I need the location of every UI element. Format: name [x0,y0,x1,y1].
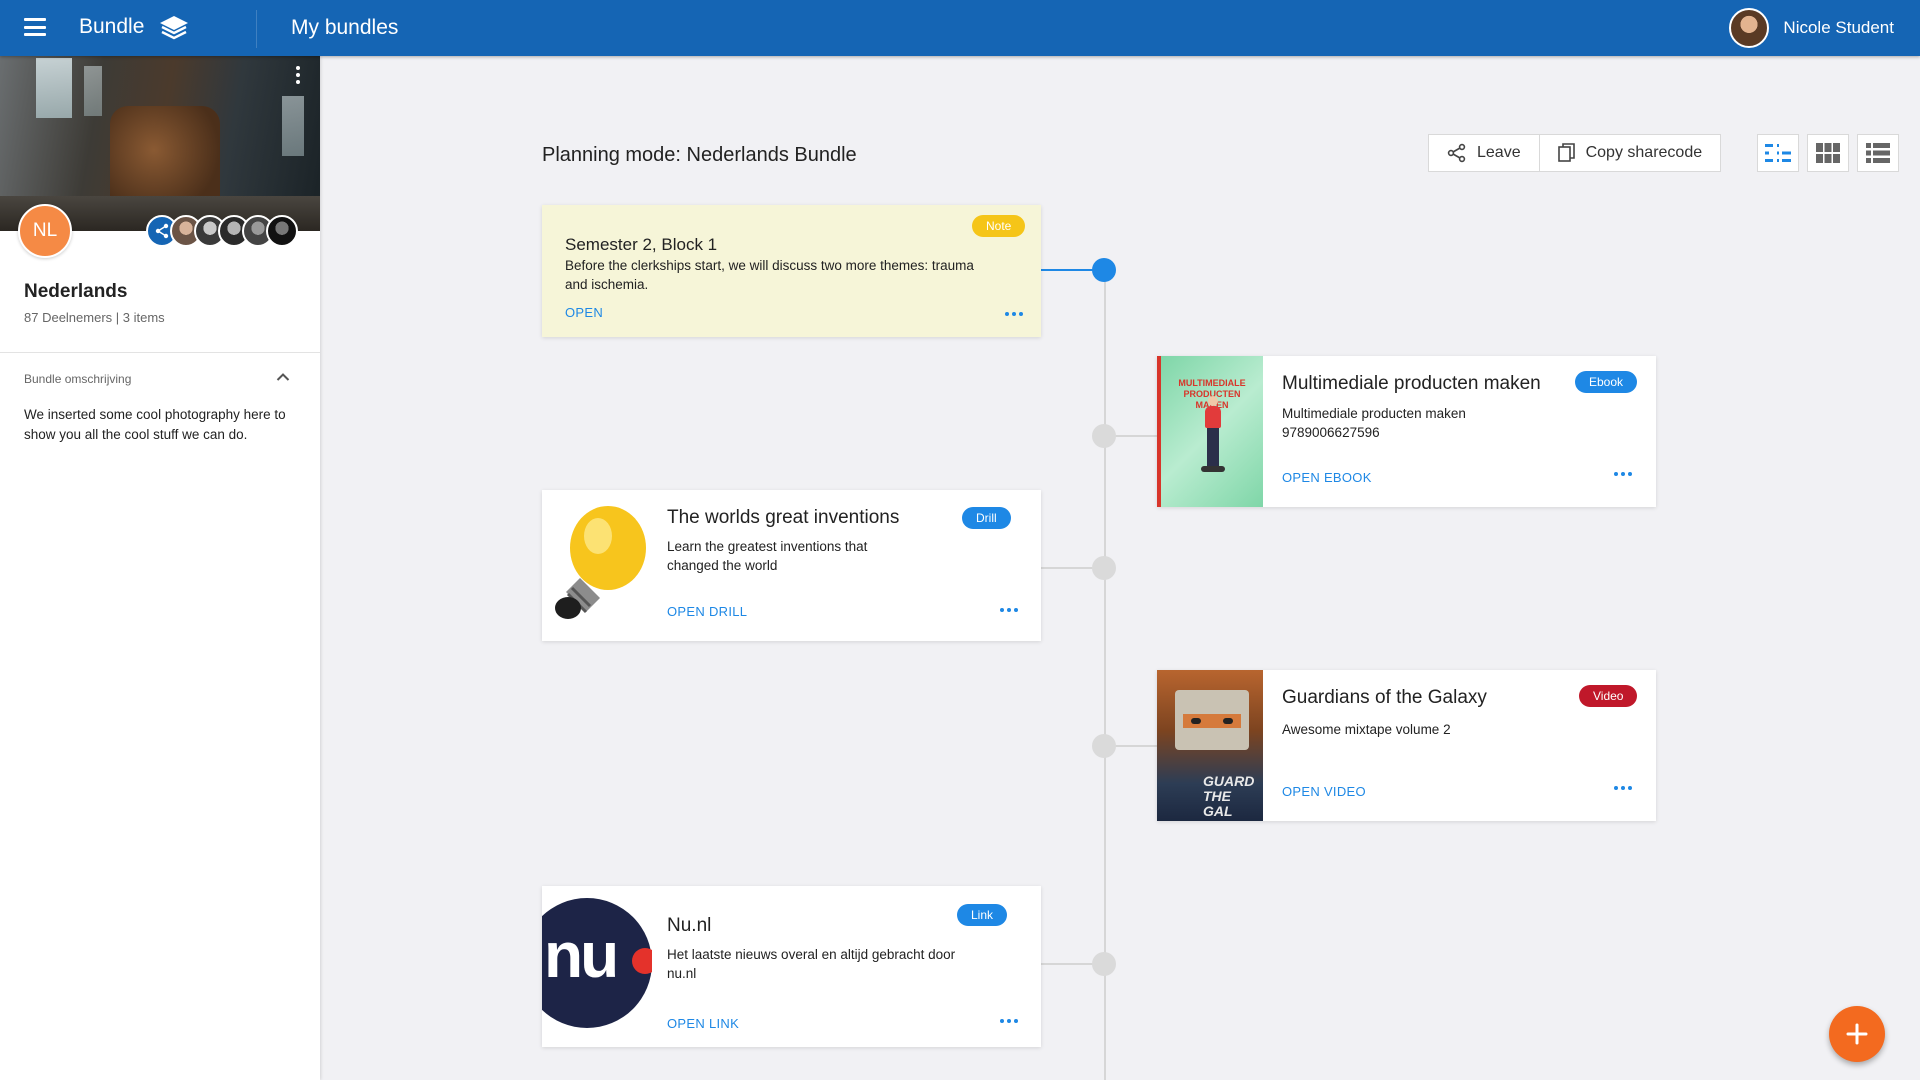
ebook-cover: MULTIMEDIALE PRODUCTEN MAKEN [1157,356,1263,507]
user-avatar[interactable] [1729,8,1770,48]
copy-icon [1557,143,1575,162]
card-title: Multimediale producten maken [1282,373,1541,394]
top-app-bar: Bundle My bundles Nicole Student [0,0,1920,56]
app-name[interactable]: Bundle [79,15,144,39]
add-button[interactable] [1829,1006,1885,1062]
video-card[interactable]: GUARD THE GAL Guardians of the Galaxy Vi… [1157,670,1656,821]
share-icon [1447,143,1466,163]
layers-icon [160,16,188,40]
more-vert-icon[interactable] [292,66,304,88]
card-title: Semester 2, Block 1 [565,235,718,254]
timeline-view-icon [1765,144,1791,162]
leave-label: Leave [1477,144,1521,161]
toolbar: Leave Copy sharecode [1428,134,1722,172]
member-avatar[interactable] [266,215,298,247]
nu-logo: nu [542,886,652,1047]
topbar-divider [256,10,257,48]
page-title: My bundles [291,16,399,39]
video-badge: Video [1579,685,1638,707]
menu-icon[interactable] [24,18,46,36]
more-horiz-icon[interactable] [1614,783,1634,793]
open-video-link[interactable]: OPEN VIDEO [1282,784,1366,799]
card-description: Before the clerkships start, we will dis… [565,258,974,292]
card-title: Nu.nl [667,915,712,936]
add-icon [1846,1023,1868,1045]
link-card[interactable]: nu Nu.nl Link Het laatste nieuws overal … [542,886,1041,1047]
copy-label: Copy sharecode [1585,144,1703,161]
video-cover-title: GUARD THE GAL [1203,773,1255,819]
note-badge: Note [972,215,1026,237]
copy-sharecode-button[interactable]: Copy sharecode [1539,134,1722,172]
divider [0,352,320,353]
more-horiz-icon[interactable] [1000,1016,1020,1026]
nu-logo-text: nu [544,919,619,991]
isbn: 9789006627596 [1282,425,1380,440]
list-view-button[interactable] [1857,134,1899,172]
card-title: The worlds great inventions [667,507,900,528]
grid-view-icon [1816,143,1840,163]
open-drill-link[interactable]: OPEN DRILL [667,604,747,619]
drill-card[interactable]: The worlds great inventions Drill Learn … [542,490,1041,641]
more-horiz-icon[interactable] [1614,469,1634,479]
card-description: Multimediale producten maken [1282,406,1466,421]
user-menu[interactable]: Nicole Student [1729,8,1894,48]
sidebar: NL Nederlands 87 Deelnemers | 3 items Bu… [0,56,320,1080]
group-name: Nederlands [24,281,128,302]
timeline-node [1092,556,1116,580]
more-horiz-icon[interactable] [1000,605,1020,615]
card-description: Learn the greatest inventions that chang… [667,539,868,573]
lightbulb-image [542,490,652,641]
timeline-node [1092,734,1116,758]
description-text: We inserted some cool photography here t… [24,407,286,442]
ebook-card[interactable]: MULTIMEDIALE PRODUCTEN MAKEN Multimedial… [1157,356,1656,507]
video-thumbnail: GUARD THE GAL [1157,670,1263,821]
card-description: Het laatste nieuws overal en altijd gebr… [667,947,956,981]
more-horiz-icon[interactable] [1005,309,1025,319]
description-label: Bundle omschrijving [24,372,132,386]
note-card[interactable]: Note Semester 2, Block 1 Before the cler… [542,205,1041,337]
timeline-node [1092,258,1116,282]
group-avatar: NL [18,204,72,258]
card-title: Guardians of the Galaxy [1282,687,1487,708]
open-link-link[interactable]: OPEN LINK [667,1016,739,1031]
list-view-icon [1866,143,1890,163]
ebook-badge: Ebook [1575,371,1638,393]
open-ebook-link[interactable]: OPEN EBOOK [1282,470,1372,485]
card-description: Awesome mixtape volume 2 [1282,722,1451,737]
leave-button[interactable]: Leave [1428,134,1540,172]
grid-view-button[interactable] [1807,134,1849,172]
timeline-node [1092,424,1116,448]
timeline-node [1092,952,1116,976]
timeline-view-button[interactable] [1757,134,1799,172]
chevron-up-icon[interactable] [276,372,290,382]
user-name[interactable]: Nicole Student [1783,18,1894,38]
link-badge: Link [957,904,1008,926]
drill-badge: Drill [962,507,1011,529]
open-note-link[interactable]: OPEN [565,305,603,320]
planning-heading: Planning mode: Nederlands Bundle [542,144,857,166]
group-meta: 87 Deelnemers | 3 items [24,310,165,325]
